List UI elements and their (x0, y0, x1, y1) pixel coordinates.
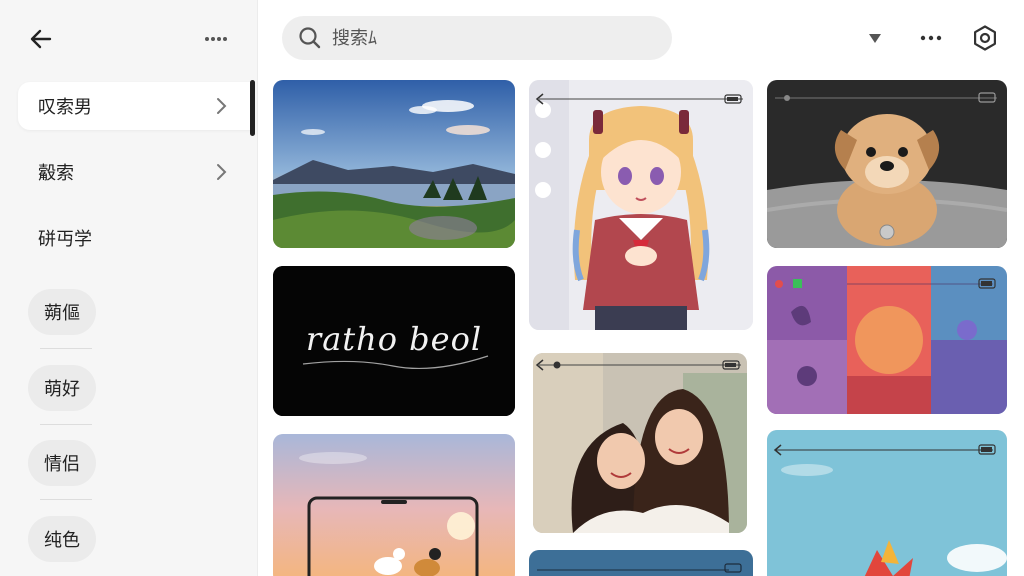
divider (40, 499, 92, 500)
sidebar-item-label: 叹索男 (38, 97, 92, 118)
active-indicator (250, 80, 255, 136)
puppy-image (767, 80, 1007, 248)
sidebar-item-category-2[interactable]: 觳索 (18, 148, 254, 196)
sidebar-item-category-1[interactable]: 叹索男 (18, 82, 254, 130)
chevron-right-icon (217, 164, 227, 180)
sidebar-item-label: 觳索 (38, 163, 74, 184)
tag-pill-3[interactable]: 情侣 (28, 440, 96, 486)
search-input[interactable] (332, 27, 652, 49)
filter-dropdown-button[interactable] (860, 20, 890, 56)
wallpaper-card-calligraphy[interactable]: ratho beol (273, 266, 515, 416)
wallpaper-card-sky-bird[interactable] (767, 430, 1007, 576)
tag-pill-1[interactable]: 蒴傴 (28, 289, 96, 335)
sunset-laptop-image (273, 434, 515, 576)
sidebar-more-button[interactable] (200, 24, 234, 54)
dropdown-triangle-icon (869, 34, 881, 43)
sky-bird-image (767, 430, 1007, 576)
wallpaper-card-blue[interactable] (529, 550, 753, 576)
tag-pill-4[interactable]: 纯色 (28, 516, 96, 562)
chevron-right-icon (217, 98, 227, 114)
back-arrow-icon (30, 29, 52, 49)
wallpaper-card-anime-girl[interactable] (529, 80, 753, 330)
settings-gear-icon (974, 25, 996, 51)
collage-image (767, 266, 1007, 414)
tag-pill-2[interactable]: 萌好 (28, 365, 96, 411)
search-bar[interactable] (282, 16, 672, 60)
wallpaper-card-landscape[interactable] (273, 80, 515, 248)
wallpaper-card-puppy[interactable] (767, 80, 1007, 248)
calligraphy-text: ratho beol (305, 320, 483, 358)
landscape-image (273, 80, 515, 248)
sidebar: 叹索男 觳索 硑丏学 蒴傴 萌好 情侣 纯色 (0, 0, 258, 576)
more-button[interactable] (916, 20, 946, 56)
divider (40, 348, 92, 349)
anime-girl-image (529, 80, 753, 330)
back-button[interactable] (26, 24, 56, 54)
more-dots-icon (205, 37, 227, 41)
sidebar-item-category-3[interactable]: 硑丏学 (18, 214, 254, 262)
search-icon (299, 27, 321, 49)
blue-image (529, 550, 753, 576)
wallpaper-card-two-girls[interactable] (533, 353, 747, 533)
two-girls-photo (533, 353, 747, 533)
settings-button[interactable] (970, 20, 1000, 56)
more-dots-icon (920, 35, 942, 41)
sidebar-item-label: 硑丏学 (38, 229, 92, 250)
wallpaper-card-sunset-laptop[interactable] (273, 434, 515, 576)
wallpaper-card-collage[interactable] (767, 266, 1007, 414)
divider (40, 424, 92, 425)
